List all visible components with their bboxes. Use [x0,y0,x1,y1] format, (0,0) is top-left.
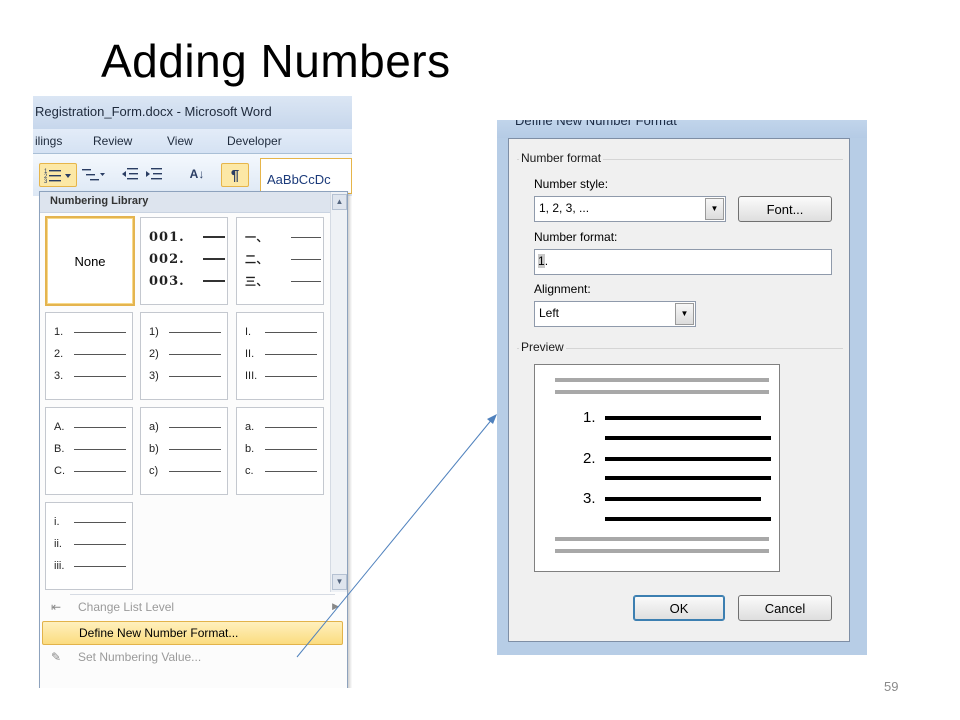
arrow-head-icon [487,414,497,424]
callout-arrow [296,414,497,658]
page-number: 59 [884,679,899,694]
